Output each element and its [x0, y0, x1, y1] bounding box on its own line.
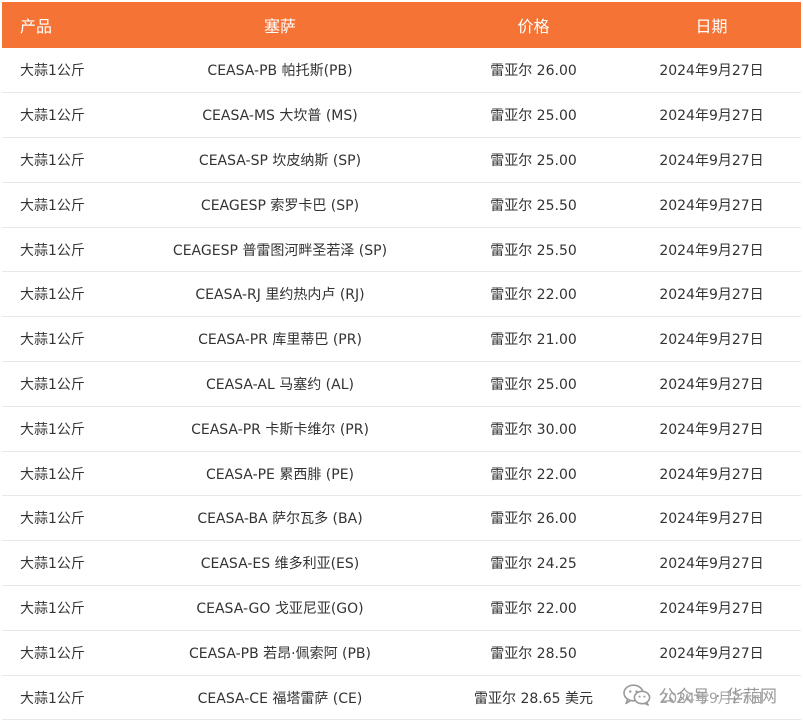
- cell-region: CEAGESP 索罗卡巴 (SP): [200, 197, 360, 214]
- wechat-icon: [622, 683, 651, 706]
- watermark-text: 公众号 · 华蒜网: [658, 687, 777, 707]
- table-row: 大蒜1公斤 CEASA-PE 累西腓 (PE) 雷亚尔 22.00 2024年9月27…: [2, 451, 801, 496]
- table-row: 大蒜1公斤 CEASA-PB 若昂·佩索阿 (PB) 雷亚尔 28.50 2024年9…: [2, 630, 801, 676]
- cell-date: 2024年9月27日: [659, 108, 764, 125]
- cell-region: CEASA-SP 坎皮纳斯 (SP): [198, 152, 362, 169]
- cell-region: CEASA-RJ 里约热内卢 (RJ): [195, 287, 365, 304]
- cell-price: 雷亚尔 28.50: [490, 645, 577, 662]
- cell-price: 雷亚尔 26.00: [490, 511, 577, 528]
- cell-date: 2024年9月27日: [659, 242, 764, 259]
- cell-price: 雷亚尔 26.00: [490, 63, 577, 80]
- cell-date: 2024年9月27日: [659, 645, 764, 662]
- watermark: 公众号 · 华蒜网: [618, 680, 781, 709]
- table-row: 大蒜1公斤 CEASA-ES 维多利亚(ES) 雷亚尔 24.25 2024年9月27…: [2, 541, 801, 586]
- cell-region: CEASA-BA 萨尔瓦多 (BA): [197, 511, 363, 528]
- table-row: 大蒜1公斤 CEASA-PR 库里蒂巴 (PR) 雷亚尔 21.00 2024年9月2…: [2, 317, 801, 362]
- cell-date: 2024年9月27日: [659, 287, 764, 304]
- cell-product: 大蒜1公斤: [20, 645, 85, 662]
- cell-date: 2024年9月27日: [659, 421, 764, 438]
- cell-date: 2024年9月27日: [659, 197, 764, 214]
- table-body: 大蒜1公斤 CEASA-PB 帕托斯(PB) 雷亚尔 26.00 2024年9月27日…: [2, 48, 801, 720]
- table-row: 大蒜1公斤 CEASA-RJ 里约热内卢 (RJ) 雷亚尔 22.00 2024年9月…: [2, 272, 801, 317]
- price-table: 产品 塞萨 价格 日期 大蒜1公斤 CEASA-PB 帕托斯(PB) 雷亚尔 26.…: [2, 2, 801, 720]
- cell-region: CEASA-ES 维多利亚(ES): [200, 556, 360, 573]
- header-price: 价格: [517, 17, 550, 36]
- cell-date: 2024年9月27日: [659, 63, 764, 80]
- cell-product: 大蒜1公斤: [20, 466, 85, 483]
- cell-product: 大蒜1公斤: [20, 511, 85, 528]
- cell-price: 雷亚尔 30.00: [490, 421, 577, 438]
- cell-price: 雷亚尔 25.00: [490, 108, 577, 125]
- table-header: 产品 塞萨 价格 日期: [2, 2, 801, 48]
- cell-product: 大蒜1公斤: [20, 242, 85, 259]
- cell-region: CEASA-PR 库里蒂巴 (PR): [198, 332, 362, 349]
- cell-product: 大蒜1公斤: [20, 690, 85, 707]
- cell-product: 大蒜1公斤: [20, 152, 85, 169]
- header-product: 产品: [20, 17, 53, 36]
- cell-price: 雷亚尔 24.25: [490, 556, 577, 573]
- cell-region: CEASA-PE 累西腓 (PE): [205, 466, 355, 483]
- cell-region: CEASA-GO 戈亚尼亚(GO): [196, 600, 364, 617]
- cell-product: 大蒜1公斤: [20, 332, 85, 349]
- cell-date: 2024年9月27日: [659, 152, 764, 169]
- cell-product: 大蒜1公斤: [20, 376, 85, 393]
- cell-price: 雷亚尔 22.00: [490, 600, 577, 617]
- table-row: 大蒜1公斤 CEASA-PR 卡斯卡维尔 (PR) 雷亚尔 30.00 2024年9月…: [2, 406, 801, 452]
- cell-price: 雷亚尔 25.00: [490, 376, 577, 393]
- cell-region: CEAGESP 普雷图河畔圣若泽 (SP): [172, 242, 388, 259]
- table-row: 大蒜1公斤 CEASA-SP 坎皮纳斯 (SP) 雷亚尔 25.00 2024年9月2…: [2, 138, 801, 183]
- cell-date: 2024年9月27日: [659, 600, 764, 617]
- cell-region: CEASA-MS 大坎普 (MS): [202, 108, 358, 125]
- cell-price: 雷亚尔 25.50: [490, 197, 577, 214]
- cell-price: 雷亚尔 28.65 美元: [474, 690, 593, 707]
- table-row: 大蒜1公斤 CEASA-AL 马塞约 (AL) 雷亚尔 25.00 2024年9月27…: [2, 362, 801, 407]
- cell-date: 2024年9月27日: [659, 332, 764, 349]
- cell-product: 大蒜1公斤: [20, 63, 85, 80]
- cell-price: 雷亚尔 25.50: [490, 242, 577, 259]
- table-row: 大蒜1公斤 CEAGESP 普雷图河畔圣若泽 (SP) 雷亚尔 25.50 2024年…: [2, 227, 801, 272]
- cell-product: 大蒜1公斤: [20, 108, 85, 125]
- cell-date: 2024年9月27日: [659, 466, 764, 483]
- table-row: 大蒜1公斤 CEASA-PB 帕托斯(PB) 雷亚尔 26.00 2024年9月27日: [2, 48, 801, 93]
- cell-region: CEASA-AL 马塞约 (AL): [206, 376, 354, 393]
- cell-price: 雷亚尔 21.00: [490, 332, 577, 349]
- cell-price: 雷亚尔 22.00: [490, 466, 577, 483]
- cell-region: CEASA-PB 若昂·佩索阿 (PB): [188, 645, 372, 662]
- header-row: 产品 塞萨 价格 日期: [2, 2, 801, 48]
- header-region: 塞萨: [263, 17, 296, 36]
- cell-region: CEASA-PR 卡斯卡维尔 (PR): [191, 421, 369, 438]
- cell-product: 大蒜1公斤: [20, 556, 85, 573]
- cell-date: 2024年9月27日: [659, 376, 764, 393]
- table-row: 大蒜1公斤 CEASA-GO 戈亚尼亚(GO) 雷亚尔 22.00 2024年9月27…: [2, 586, 801, 631]
- cell-price: 雷亚尔 25.00: [490, 152, 577, 169]
- table-row: 大蒜1公斤 CEAGESP 索罗卡巴 (SP) 雷亚尔 25.50 2024年9月27…: [2, 182, 801, 228]
- cell-date: 2024年9月27日: [659, 511, 764, 528]
- cell-price: 雷亚尔 22.00: [490, 287, 577, 304]
- cell-product: 大蒜1公斤: [20, 421, 85, 438]
- table-row: 大蒜1公斤 CEASA-MS 大坎普 (MS) 雷亚尔 25.00 2024年9月27…: [2, 93, 801, 138]
- header-date: 日期: [695, 17, 728, 36]
- cell-product: 大蒜1公斤: [20, 197, 85, 214]
- cell-region: CEASA-PB 帕托斯(PB): [207, 63, 353, 80]
- cell-product: 大蒜1公斤: [20, 287, 85, 304]
- cell-product: 大蒜1公斤: [20, 600, 85, 617]
- cell-date: 2024年9月27日: [659, 556, 764, 573]
- table-row: 大蒜1公斤 CEASA-BA 萨尔瓦多 (BA) 雷亚尔 26.00 2024年9月2…: [2, 496, 801, 541]
- cell-region: CEASA-CE 福塔雷萨 (CE): [197, 690, 363, 707]
